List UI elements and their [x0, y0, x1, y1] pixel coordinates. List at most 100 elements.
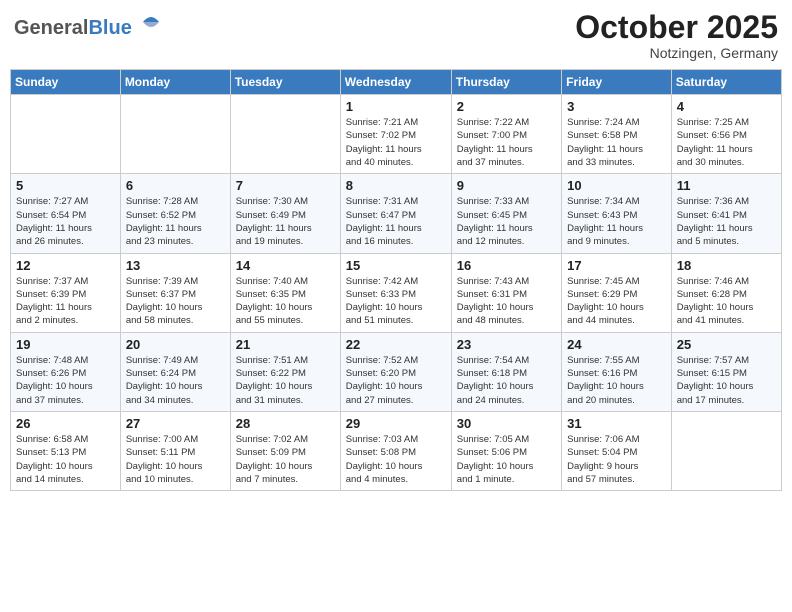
day-info: Sunrise: 7:40 AM Sunset: 6:35 PM Dayligh… — [236, 275, 335, 328]
day-info: Sunrise: 7:34 AM Sunset: 6:43 PM Dayligh… — [567, 195, 666, 248]
weekday-header-sunday: Sunday — [11, 70, 121, 95]
day-number: 21 — [236, 337, 335, 352]
day-info: Sunrise: 7:27 AM Sunset: 6:54 PM Dayligh… — [16, 195, 115, 248]
day-number: 14 — [236, 258, 335, 273]
day-info: Sunrise: 7:37 AM Sunset: 6:39 PM Dayligh… — [16, 275, 115, 328]
day-info: Sunrise: 7:24 AM Sunset: 6:58 PM Dayligh… — [567, 116, 666, 169]
week-row-3: 12 Sunrise: 7:37 AM Sunset: 6:39 PM Dayli… — [11, 253, 782, 332]
day-number: 28 — [236, 416, 335, 431]
weekday-header-friday: Friday — [562, 70, 672, 95]
day-number: 30 — [457, 416, 556, 431]
day-number: 20 — [126, 337, 225, 352]
day-number: 3 — [567, 99, 666, 114]
day-info: Sunrise: 7:33 AM Sunset: 6:45 PM Dayligh… — [457, 195, 556, 248]
day-number: 16 — [457, 258, 556, 273]
day-number: 18 — [677, 258, 776, 273]
day-cell: 7Sunrise: 7:30 AM Sunset: 6:49 PM Daylig… — [230, 174, 340, 253]
day-info: Sunrise: 7:36 AM Sunset: 6:41 PM Dayligh… — [677, 195, 776, 248]
day-number: 1 — [346, 99, 446, 114]
day-cell: 11Sunrise: 7:36 AM Sunset: 6:41 PM Dayli… — [671, 174, 781, 253]
logo-icon — [139, 10, 163, 34]
day-cell: 24 Sunrise: 7:55 AM Sunset: 6:16 PM Dayli… — [562, 332, 672, 411]
day-cell: 26Sunrise: 6:58 AM Sunset: 5:13 PM Dayli… — [11, 411, 121, 490]
week-row-5: 26Sunrise: 6:58 AM Sunset: 5:13 PM Dayli… — [11, 411, 782, 490]
day-cell: 28 Sunrise: 7:02 AM Sunset: 5:09 PM Dayli… — [230, 411, 340, 490]
day-cell: 12 Sunrise: 7:37 AM Sunset: 6:39 PM Dayli… — [11, 253, 121, 332]
day-number: 17 — [567, 258, 666, 273]
day-cell: 18Sunrise: 7:46 AM Sunset: 6:28 PM Dayli… — [671, 253, 781, 332]
day-number: 13 — [126, 258, 225, 273]
day-cell: 25 Sunrise: 7:57 AM Sunset: 6:15 PM Dayli… — [671, 332, 781, 411]
day-info: Sunrise: 7:45 AM Sunset: 6:29 PM Dayligh… — [567, 275, 666, 328]
day-number: 19 — [16, 337, 115, 352]
day-cell: 13 Sunrise: 7:39 AM Sunset: 6:37 PM Dayli… — [120, 253, 230, 332]
day-cell: 23Sunrise: 7:54 AM Sunset: 6:18 PM Dayli… — [451, 332, 561, 411]
day-number: 4 — [677, 99, 776, 114]
day-cell: 27 Sunrise: 7:00 AM Sunset: 5:11 PM Dayli… — [120, 411, 230, 490]
day-number: 23 — [457, 337, 556, 352]
day-cell: 1 Sunrise: 7:21 AM Sunset: 7:02 PM Daylig… — [340, 95, 451, 174]
day-info: Sunrise: 7:48 AM Sunset: 6:26 PM Dayligh… — [16, 354, 115, 407]
day-number: 24 — [567, 337, 666, 352]
day-cell: 5 Sunrise: 7:27 AM Sunset: 6:54 PM Daylig… — [11, 174, 121, 253]
month-title: October 2025 — [575, 10, 778, 45]
day-info: Sunrise: 7:02 AM Sunset: 5:09 PM Dayligh… — [236, 433, 335, 486]
week-row-4: 19 Sunrise: 7:48 AM Sunset: 6:26 PM Dayli… — [11, 332, 782, 411]
day-cell — [230, 95, 340, 174]
week-row-2: 5 Sunrise: 7:27 AM Sunset: 6:54 PM Daylig… — [11, 174, 782, 253]
weekday-header-tuesday: Tuesday — [230, 70, 340, 95]
weekday-header-saturday: Saturday — [671, 70, 781, 95]
day-info: Sunrise: 7:05 AM Sunset: 5:06 PM Dayligh… — [457, 433, 556, 486]
day-cell: 22Sunrise: 7:52 AM Sunset: 6:20 PM Dayli… — [340, 332, 451, 411]
logo-blue-text: Blue — [88, 17, 131, 39]
day-cell: 3 Sunrise: 7:24 AM Sunset: 6:58 PM Daylig… — [562, 95, 672, 174]
day-number: 2 — [457, 99, 556, 114]
weekday-header-monday: Monday — [120, 70, 230, 95]
day-number: 12 — [16, 258, 115, 273]
day-info: Sunrise: 7:28 AM Sunset: 6:52 PM Dayligh… — [126, 195, 225, 248]
page-header: GeneralBlue October 2025 Notzingen, Germ… — [10, 10, 782, 61]
day-cell — [11, 95, 121, 174]
day-cell: 29 Sunrise: 7:03 AM Sunset: 5:08 PM Dayli… — [340, 411, 451, 490]
day-number: 27 — [126, 416, 225, 431]
title-block: October 2025 Notzingen, Germany — [575, 10, 778, 61]
logo: GeneralBlue — [14, 10, 163, 39]
week-row-1: 1 Sunrise: 7:21 AM Sunset: 7:02 PM Daylig… — [11, 95, 782, 174]
day-info: Sunrise: 7:43 AM Sunset: 6:31 PM Dayligh… — [457, 275, 556, 328]
day-cell: 17 Sunrise: 7:45 AM Sunset: 6:29 PM Dayli… — [562, 253, 672, 332]
day-info: Sunrise: 7:03 AM Sunset: 5:08 PM Dayligh… — [346, 433, 446, 486]
day-info: Sunrise: 7:42 AM Sunset: 6:33 PM Dayligh… — [346, 275, 446, 328]
day-info: Sunrise: 7:57 AM Sunset: 6:15 PM Dayligh… — [677, 354, 776, 407]
day-info: Sunrise: 7:31 AM Sunset: 6:47 PM Dayligh… — [346, 195, 446, 248]
day-info: Sunrise: 7:21 AM Sunset: 7:02 PM Dayligh… — [346, 116, 446, 169]
day-info: Sunrise: 7:22 AM Sunset: 7:00 PM Dayligh… — [457, 116, 556, 169]
day-cell: 14 Sunrise: 7:40 AM Sunset: 6:35 PM Dayli… — [230, 253, 340, 332]
day-number: 5 — [16, 178, 115, 193]
weekday-header-thursday: Thursday — [451, 70, 561, 95]
day-cell: 31Sunrise: 7:06 AM Sunset: 5:04 PM Dayli… — [562, 411, 672, 490]
day-cell: 16 Sunrise: 7:43 AM Sunset: 6:31 PM Dayli… — [451, 253, 561, 332]
day-cell: 21 Sunrise: 7:51 AM Sunset: 6:22 PM Dayli… — [230, 332, 340, 411]
day-number: 10 — [567, 178, 666, 193]
day-info: Sunrise: 7:55 AM Sunset: 6:16 PM Dayligh… — [567, 354, 666, 407]
day-cell: 19 Sunrise: 7:48 AM Sunset: 6:26 PM Dayli… — [11, 332, 121, 411]
day-cell: 8Sunrise: 7:31 AM Sunset: 6:47 PM Daylig… — [340, 174, 451, 253]
day-info: Sunrise: 7:00 AM Sunset: 5:11 PM Dayligh… — [126, 433, 225, 486]
day-info: Sunrise: 7:30 AM Sunset: 6:49 PM Dayligh… — [236, 195, 335, 248]
day-cell: 10 Sunrise: 7:34 AM Sunset: 6:43 PM Dayli… — [562, 174, 672, 253]
day-cell: 30 Sunrise: 7:05 AM Sunset: 5:06 PM Dayli… — [451, 411, 561, 490]
day-info: Sunrise: 7:39 AM Sunset: 6:37 PM Dayligh… — [126, 275, 225, 328]
day-number: 25 — [677, 337, 776, 352]
weekday-header-row: SundayMondayTuesdayWednesdayThursdayFrid… — [11, 70, 782, 95]
day-cell: 6 Sunrise: 7:28 AM Sunset: 6:52 PM Daylig… — [120, 174, 230, 253]
day-number: 15 — [346, 258, 446, 273]
day-number: 9 — [457, 178, 556, 193]
day-info: Sunrise: 6:58 AM Sunset: 5:13 PM Dayligh… — [16, 433, 115, 486]
day-cell: 15 Sunrise: 7:42 AM Sunset: 6:33 PM Dayli… — [340, 253, 451, 332]
day-info: Sunrise: 7:52 AM Sunset: 6:20 PM Dayligh… — [346, 354, 446, 407]
day-number: 6 — [126, 178, 225, 193]
day-info: Sunrise: 7:51 AM Sunset: 6:22 PM Dayligh… — [236, 354, 335, 407]
day-cell: 2 Sunrise: 7:22 AM Sunset: 7:00 PM Daylig… — [451, 95, 561, 174]
day-number: 29 — [346, 416, 446, 431]
location: Notzingen, Germany — [575, 45, 778, 61]
